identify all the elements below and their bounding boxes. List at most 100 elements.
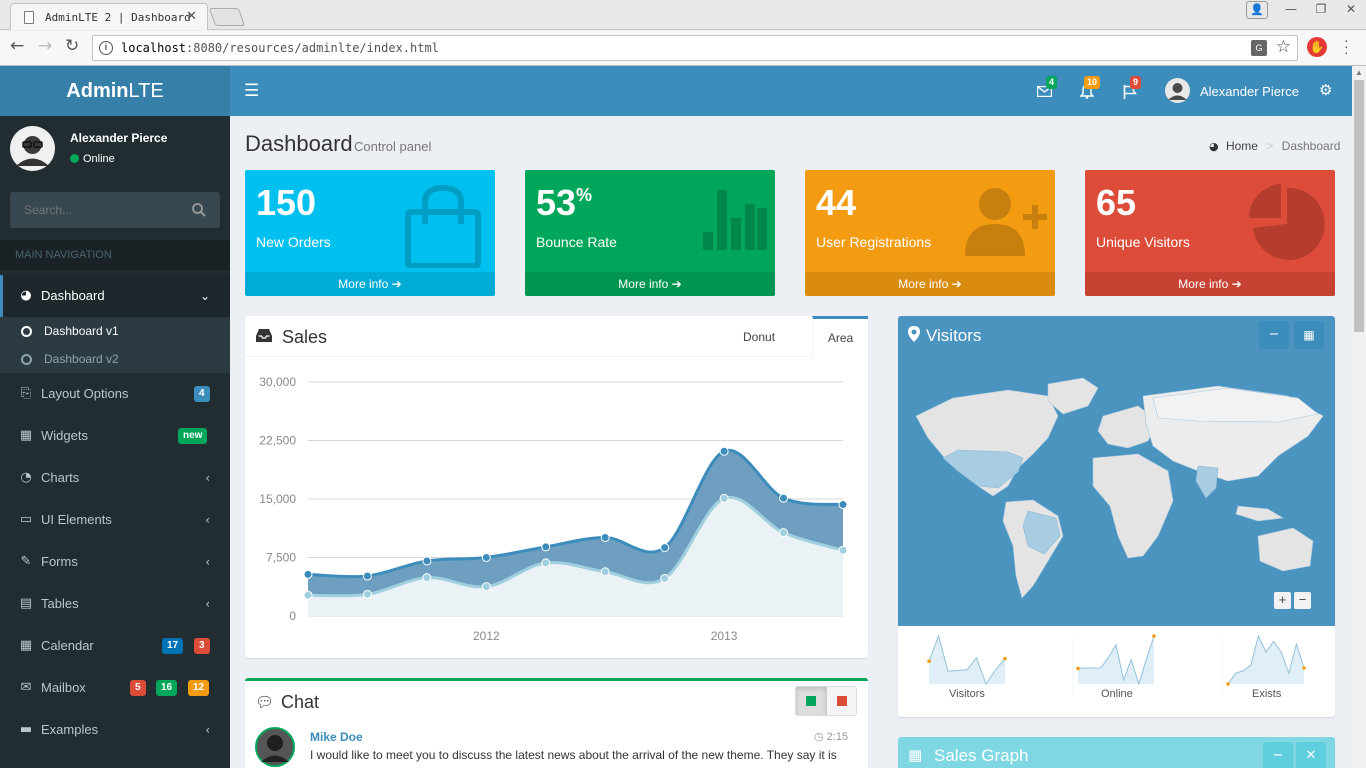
profile-icon[interactable]: 👤	[1246, 1, 1268, 19]
sidebar-item-mailbox[interactable]: ✉ Mailbox 5 16 12	[0, 667, 230, 709]
minimize-button[interactable]: —	[1276, 0, 1306, 20]
data-point	[838, 545, 848, 555]
user-menu[interactable]: Alexander Pierce	[1165, 78, 1299, 104]
y-tick-label: 7,500	[266, 551, 296, 565]
stat-box-unique-visitors: 65 Unique Visitors More info ➔	[1085, 170, 1335, 296]
messages-button[interactable]: 4	[1034, 76, 1058, 104]
scrollbar-thumb[interactable]	[1354, 80, 1364, 332]
sidebar-item-dashboard[interactable]: ◕ Dashboard ⌄	[0, 275, 230, 317]
sparkline-end-point	[1003, 656, 1007, 661]
stat-box-bounce-rate: 53% Bounce Rate More info ➔	[525, 170, 775, 296]
dashboard-icon: ◕	[1209, 140, 1219, 153]
close-tab-icon[interactable]: ✕	[186, 9, 197, 24]
minus-icon: −	[1272, 748, 1284, 763]
sidebar-item-examples[interactable]: ▬ Examples ‹	[0, 709, 230, 751]
url-input[interactable]: i localhost:8080/resources/adminlte/inde…	[92, 35, 1298, 61]
sidebar-item-layout-options[interactable]: ⎘ Layout Options 4	[0, 373, 230, 415]
widgets-badge: new	[178, 428, 208, 444]
restore-button[interactable]: ❐	[1306, 0, 1336, 20]
user-status: Online	[70, 153, 115, 165]
browser-tab-title: AdminLTE 2 | Dashboard	[45, 11, 191, 24]
collapse-button[interactable]: −	[1263, 742, 1293, 768]
sidebar-subitem-dashboard-v2[interactable]: Dashboard v2	[0, 345, 230, 373]
online-toggle-button[interactable]	[796, 687, 827, 715]
info-icon[interactable]: i	[99, 41, 113, 55]
data-point	[362, 589, 372, 599]
extension-icon[interactable]: ✋	[1307, 37, 1327, 57]
tab-area[interactable]: Area	[812, 316, 868, 358]
reload-icon[interactable]: ↻	[65, 36, 79, 56]
map-australia	[1257, 527, 1314, 572]
mailbox-badge-yellow: 12	[188, 680, 210, 696]
sidebar-item-forms[interactable]: ✎ Forms ‹	[0, 541, 230, 583]
arrow-circle-right-icon: ➔	[1231, 277, 1242, 291]
url-host: localhost	[121, 41, 187, 55]
scroll-up-icon[interactable]: ▲	[1355, 68, 1363, 77]
map-marker-icon	[908, 326, 920, 342]
browser-menu-icon[interactable]: · · ·	[1344, 33, 1349, 59]
data-point	[541, 542, 551, 552]
map-greenland	[1047, 377, 1099, 415]
page-subtitle: Control panel	[354, 139, 432, 154]
stat-label: User Registrations	[816, 234, 932, 250]
sidebar-item-tables[interactable]: ▤ Tables ‹	[0, 583, 230, 625]
close-window-button[interactable]: ✕	[1336, 0, 1366, 20]
notifications-button[interactable]: 10	[1078, 76, 1102, 104]
pie-chart-icon: ◔	[20, 470, 32, 485]
new-tab-button[interactable]	[208, 8, 246, 26]
sidebar-item-label: UI Elements	[41, 512, 112, 527]
sales-graph-box: ▦ Sales Graph − ✕	[898, 737, 1335, 768]
data-point	[660, 543, 670, 553]
back-icon[interactable]: ←	[10, 36, 24, 56]
more-info-link[interactable]: More info ➔	[245, 272, 495, 296]
sparkline-start-point	[1076, 666, 1080, 671]
sidebar-subitem-dashboard-v1[interactable]: Dashboard v1	[0, 317, 230, 345]
sparkline-end-point	[1152, 634, 1156, 638]
date-range-button[interactable]: ▦	[1294, 321, 1324, 349]
gears-icon[interactable]: ⚙	[1319, 81, 1332, 99]
more-info-link[interactable]: More info ➔	[1085, 272, 1335, 296]
translate-icon[interactable]: G	[1251, 40, 1267, 56]
square-red-icon	[837, 696, 847, 706]
breadcrumb-home[interactable]: Home	[1226, 139, 1258, 153]
sidebar-toggle-icon[interactable]: ☰	[244, 81, 259, 101]
sparkline-end-point	[1302, 666, 1306, 670]
sidebar-item-ui-elements[interactable]: ▭ UI Elements ‹	[0, 499, 230, 541]
breadcrumb-current: Dashboard	[1281, 139, 1341, 153]
chat-author[interactable]: Mike Doe	[310, 730, 363, 744]
sidebar-item-label: Charts	[41, 470, 80, 485]
collapse-button[interactable]: −	[1259, 321, 1289, 349]
sparkline-label-online: Online	[1101, 688, 1133, 700]
data-point	[600, 532, 610, 542]
chevron-left-icon: ‹	[205, 723, 210, 737]
sidebar-search-input[interactable]	[10, 192, 185, 228]
sidebar-item-widgets[interactable]: ▦ Widgets new	[0, 415, 230, 457]
search-icon[interactable]	[192, 203, 206, 217]
files-icon: ⎘	[20, 386, 32, 401]
data-point	[422, 556, 432, 566]
visitors-map-panel: Visitors − ▦ + −	[898, 316, 1335, 626]
forward-icon[interactable]: →	[38, 36, 52, 56]
more-info-link[interactable]: More info ➔	[525, 272, 775, 296]
page-scrollbar[interactable]: ▲	[1352, 66, 1366, 768]
star-icon[interactable]: ☆	[1276, 37, 1291, 57]
stat-value: 150	[256, 182, 317, 223]
browser-tab[interactable]: AdminLTE 2 | Dashboard ✕	[10, 3, 208, 30]
remove-button[interactable]: ✕	[1296, 742, 1326, 768]
bar-chart-icon	[703, 190, 767, 250]
tasks-button[interactable]: 9	[1121, 76, 1145, 104]
map-zoom-out-button[interactable]: −	[1294, 592, 1311, 609]
more-info-link[interactable]: More info ➔	[805, 272, 1055, 296]
map-zoom-in-button[interactable]: +	[1274, 592, 1291, 609]
logo[interactable]: AdminLTE	[0, 66, 230, 116]
data-point	[779, 493, 789, 503]
world-map	[915, 377, 1324, 599]
sidebar-item-charts[interactable]: ◔ Charts ‹	[0, 457, 230, 499]
offline-toggle-button[interactable]	[827, 687, 857, 715]
messages-badge: 4	[1046, 76, 1058, 89]
sidebar-item-calendar[interactable]: ▦ Calendar 17 3	[0, 625, 230, 667]
tab-donut[interactable]: Donut	[743, 330, 775, 344]
square-green-icon	[806, 696, 816, 706]
comments-icon: 💬︎	[255, 693, 275, 711]
sidebar-item-label: Widgets	[41, 428, 88, 443]
